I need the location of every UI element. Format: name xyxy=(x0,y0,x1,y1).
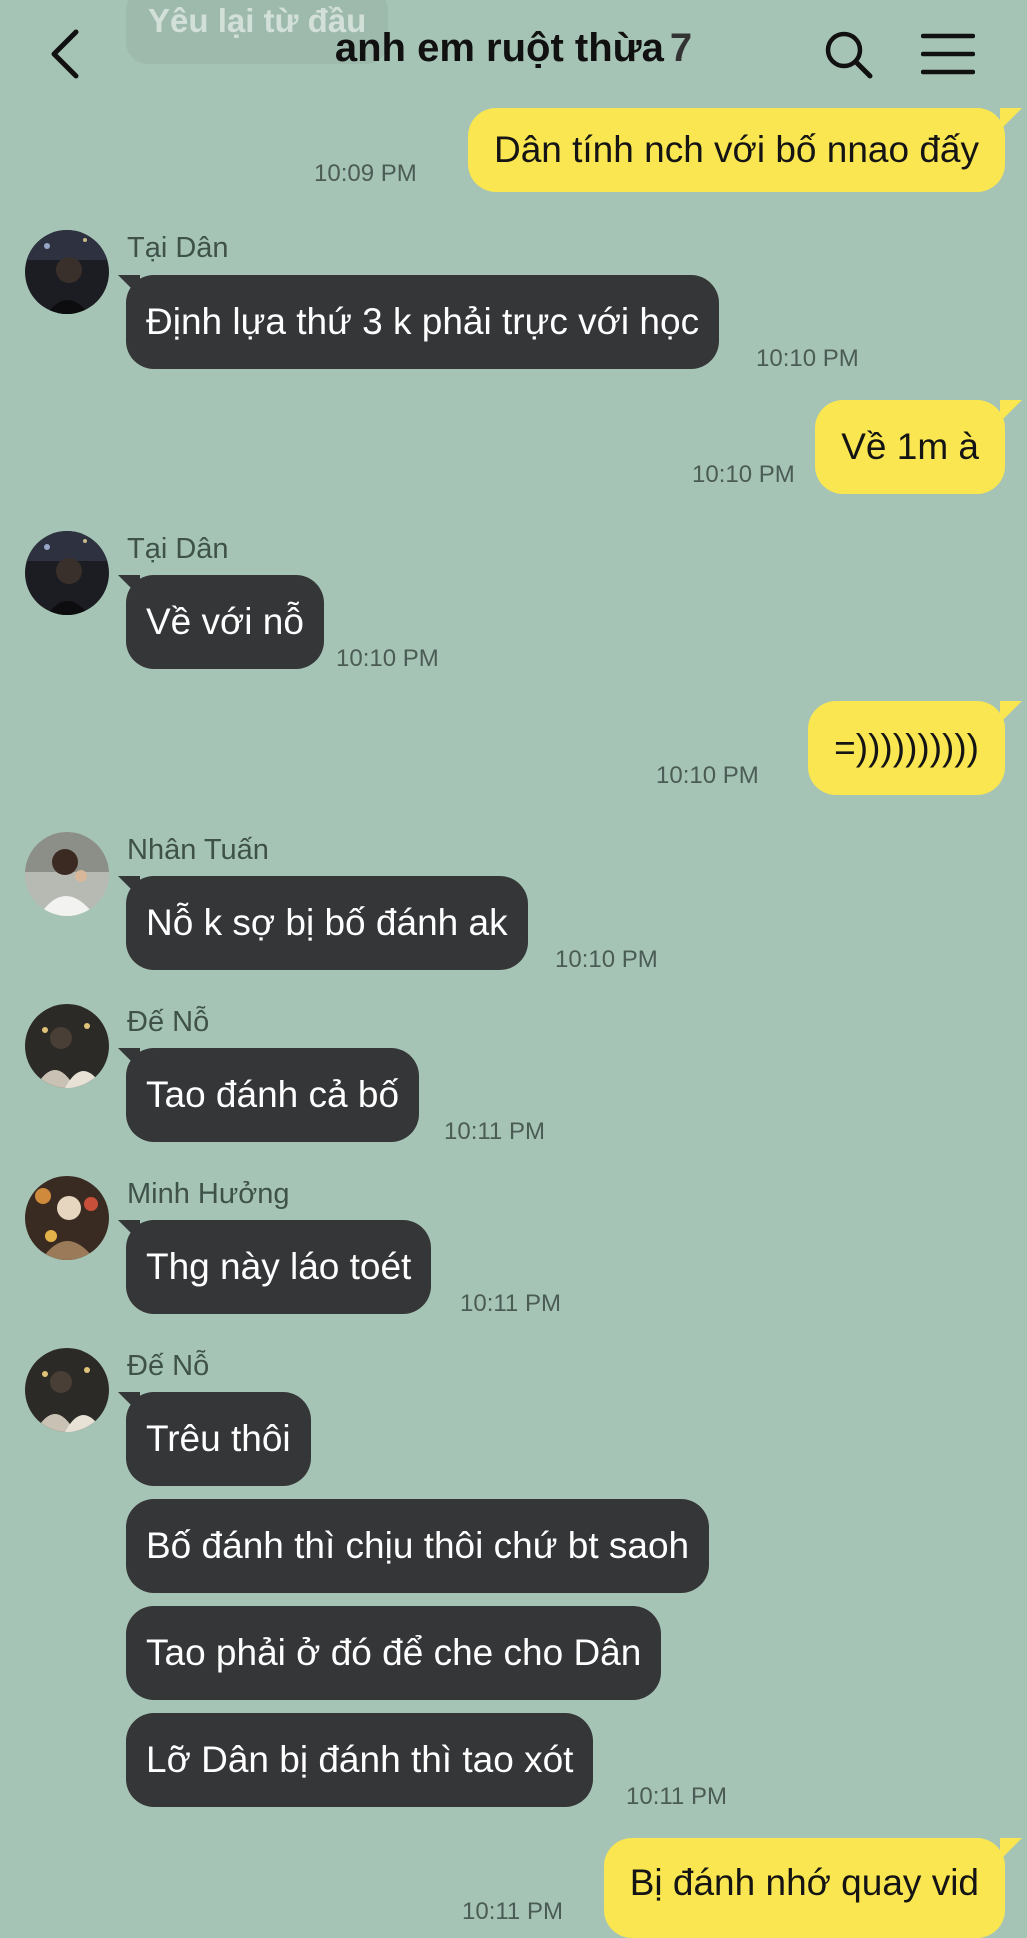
avatar-tai-dan[interactable] xyxy=(25,230,109,314)
incoming-message-bubble[interactable]: Định lựa thứ 3 k phải trực với học xyxy=(126,275,720,369)
avatar-de-no[interactable] xyxy=(25,1348,109,1432)
menu-button[interactable] xyxy=(916,22,980,86)
hamburger-menu-icon xyxy=(921,33,975,75)
incoming-message-bubble[interactable]: Lỡ Dân bị đánh thì tao xót xyxy=(126,1713,594,1807)
incoming-message-bubble[interactable]: Tao phải ở đó để che cho Dân xyxy=(126,1606,662,1700)
message-timestamp: 10:10 PM xyxy=(656,762,759,789)
message-timestamp: 10:10 PM xyxy=(756,345,859,372)
member-count: 7 xyxy=(669,26,693,70)
outgoing-message-bubble[interactable]: =)))))))))) xyxy=(808,701,1005,795)
outgoing-message-bubble[interactable]: Dân tính nch với bố nnao đấy xyxy=(467,108,1005,192)
message-timestamp: 10:10 PM xyxy=(336,645,439,672)
incoming-message-bubble[interactable]: Bố đánh thì chịu thôi chứ bt saoh xyxy=(126,1499,710,1593)
avatar-tai-dan[interactable] xyxy=(25,531,109,615)
sender-name: Tại Dân xyxy=(127,232,229,264)
sender-name: Đế Nỗ xyxy=(127,1006,210,1038)
avatar-de-no[interactable] xyxy=(25,1004,109,1088)
incoming-message-bubble[interactable]: Thg này láo toét xyxy=(126,1220,432,1314)
message-timestamp: 10:11 PM xyxy=(444,1118,545,1145)
incoming-message-bubble[interactable]: Nỗ k sợ bị bố đánh ak xyxy=(126,876,528,970)
sender-name: Tại Dân xyxy=(127,533,229,565)
outgoing-message-bubble[interactable]: Về 1m à xyxy=(815,400,1005,494)
chat-title: anh em ruột thừa xyxy=(334,26,664,70)
message-timestamp: 10:09 PM xyxy=(314,160,417,187)
sender-name: Minh Hưởng xyxy=(127,1178,290,1210)
search-icon xyxy=(825,31,873,79)
incoming-message-bubble[interactable]: Về với nỗ xyxy=(126,575,324,669)
chat-header: Yêu lại từ đầu anh em ruột thừa 7 xyxy=(0,0,1027,108)
message-timestamp: 10:11 PM xyxy=(626,1783,727,1810)
outgoing-message-bubble[interactable]: Bị đánh nhớ quay vid xyxy=(603,1838,1005,1938)
incoming-message-bubble[interactable]: Trêu thôi xyxy=(126,1392,311,1486)
avatar-minh-huong[interactable] xyxy=(25,1176,109,1260)
incoming-message-bubble[interactable]: Tao đánh cả bố xyxy=(126,1048,420,1142)
message-timestamp: 10:10 PM xyxy=(692,461,795,488)
message-timestamp: 10:10 PM xyxy=(555,946,658,973)
avatar-nhan-tuan[interactable] xyxy=(25,832,109,916)
sender-name: Nhân Tuấn xyxy=(127,834,269,866)
sender-name: Đế Nỗ xyxy=(127,1350,210,1382)
message-timestamp: 10:11 PM xyxy=(460,1290,561,1317)
message-timestamp: 10:11 PM xyxy=(462,1898,563,1925)
search-button[interactable] xyxy=(816,22,880,86)
